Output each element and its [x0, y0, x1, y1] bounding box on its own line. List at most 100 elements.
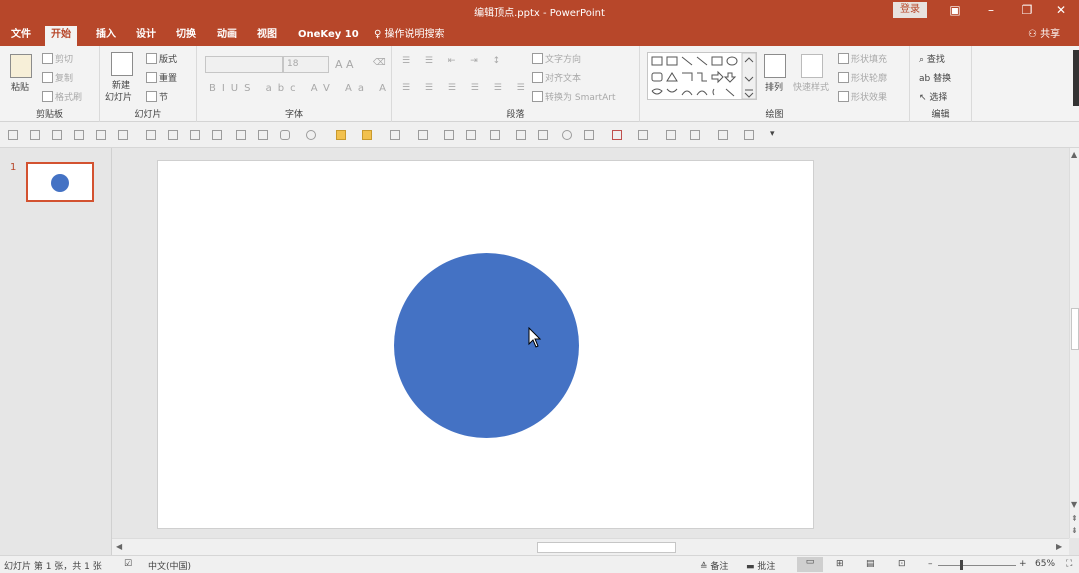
tab-file[interactable]: 文件 [5, 26, 37, 46]
merge-shapes-icon[interactable] [280, 130, 290, 140]
circle-icon[interactable] [562, 130, 572, 140]
group-icon[interactable] [190, 130, 200, 140]
align-right-icon[interactable] [52, 130, 62, 140]
animation-icon[interactable] [490, 130, 500, 140]
normal-view-icon[interactable]: ▭ [797, 557, 823, 572]
align-top-icon[interactable] [74, 130, 84, 140]
format-icon[interactable] [466, 130, 476, 140]
arrange-button[interactable]: 排列 [765, 80, 783, 93]
notes-button[interactable]: ≙ 备注 [700, 559, 728, 572]
paste-button[interactable]: 粘贴 [11, 80, 29, 93]
ribbon-scroll-handle[interactable] [1073, 50, 1079, 106]
shape-outline-button[interactable]: 形状轮廓 [838, 71, 887, 84]
align-buttons[interactable]: ☰ ☰ ☰ ☰ ☰ ☰ [402, 83, 531, 93]
star-icon[interactable] [538, 130, 548, 140]
align-middle-icon[interactable] [96, 130, 106, 140]
replace-button[interactable]: ab 替换 [919, 71, 951, 84]
restore-icon[interactable]: ❐ [1009, 0, 1045, 22]
close-icon[interactable]: ✕ [1043, 0, 1079, 22]
tab-onekey[interactable]: OneKey 10 [292, 26, 365, 46]
vertical-scroll-thumb[interactable] [1071, 308, 1079, 350]
shape-fill-button[interactable]: 形状填充 [838, 52, 887, 65]
reset-button[interactable]: 重置 [146, 71, 177, 84]
font-format-buttons[interactable]: BIUS abc AV Aa A [209, 83, 392, 94]
tab-insert[interactable]: 插入 [90, 26, 122, 46]
scroll-right-icon[interactable]: ▶ [1056, 542, 1062, 551]
slide-sorter-icon[interactable]: ⊞ [836, 559, 844, 569]
reading-view-icon[interactable]: ▤ [866, 559, 875, 569]
minimize-icon[interactable]: – [973, 0, 1009, 22]
list-buttons[interactable]: ☰ ☰ ⇤ ⇥ ↕ [402, 56, 506, 66]
shapes-gallery[interactable] [647, 52, 757, 100]
crop-icon[interactable] [612, 130, 622, 140]
cut-button[interactable]: 剪切 [42, 52, 73, 65]
new-slide-dropdown[interactable]: 幻灯片 [105, 90, 132, 103]
bring-forward-icon[interactable] [236, 130, 246, 140]
arrange-icon[interactable] [764, 54, 786, 78]
layout-button[interactable]: 版式 [146, 52, 177, 65]
login-button[interactable]: 登录 [893, 2, 927, 18]
select-button[interactable]: ↖ 选择 [919, 90, 947, 103]
language-indicator[interactable]: 中文(中国) [148, 559, 191, 572]
ribbon-display-icon[interactable]: ▣ [937, 0, 973, 22]
new-slide-icon[interactable] [111, 52, 133, 76]
outline-color-icon[interactable] [362, 130, 372, 140]
tab-animations[interactable]: 动画 [211, 26, 243, 46]
comments-button[interactable]: ▬ 批注 [746, 559, 775, 572]
horizontal-scrollbar[interactable]: ◀ ▶ [112, 538, 1069, 555]
tab-design[interactable]: 设计 [130, 26, 162, 46]
picture-icon[interactable] [418, 130, 428, 140]
quick-styles-button[interactable]: 快速样式 [793, 80, 829, 93]
send-backward-icon[interactable] [258, 130, 268, 140]
align-text-button[interactable]: 对齐文本 [532, 71, 581, 84]
font-color-icon[interactable] [666, 130, 676, 140]
align-left-icon[interactable] [8, 130, 18, 140]
slide-canvas[interactable] [157, 160, 814, 529]
distribute-v-icon[interactable] [168, 130, 178, 140]
clear-format-icon[interactable]: ⌫ [373, 58, 386, 68]
size-icon[interactable] [638, 130, 648, 140]
paste-icon[interactable] [10, 54, 32, 78]
grow-font-icon[interactable]: A A [335, 58, 354, 71]
ungroup-icon[interactable] [212, 130, 222, 140]
quick-styles-icon[interactable] [801, 54, 823, 78]
scroll-down-icon[interactable]: ▼ [1071, 500, 1077, 509]
tell-me-search[interactable]: ♀ 操作说明搜索 [368, 26, 451, 46]
tab-transitions[interactable]: 切换 [170, 26, 202, 46]
format-painter-button[interactable]: 格式刷 [42, 90, 82, 103]
slideshow-icon[interactable]: ⊡ [898, 559, 906, 569]
section-button[interactable]: 节 [146, 90, 168, 103]
customize-toolbar-icon[interactable]: ▾ [770, 129, 775, 139]
horizontal-scroll-thumb[interactable] [537, 542, 676, 553]
edit-shape-icon[interactable] [306, 130, 316, 140]
previous-slide-icon[interactable]: ⇞ [1071, 514, 1078, 523]
scroll-left-icon[interactable]: ◀ [116, 542, 122, 551]
fill-color-icon[interactable] [336, 130, 346, 140]
text-direction-button[interactable]: 文字方向 [532, 52, 581, 65]
slide-size-icon[interactable] [718, 130, 728, 140]
lock-icon[interactable] [690, 130, 700, 140]
align-center-icon[interactable] [30, 130, 40, 140]
zoom-slider[interactable] [938, 565, 1016, 566]
fit-slide-icon[interactable]: ⛶ [1066, 559, 1072, 569]
vertical-scrollbar[interactable]: ▲ ▼ ⇞ ⇟ [1069, 148, 1079, 538]
find-button[interactable]: ⌕ 查找 [919, 52, 945, 65]
copy-button[interactable]: 复制 [42, 71, 73, 84]
percent-icon[interactable] [584, 130, 594, 140]
rotate-icon[interactable] [516, 130, 526, 140]
font-name-combo[interactable] [205, 56, 283, 73]
align-bottom-icon[interactable] [118, 130, 128, 140]
zoom-in-icon[interactable]: + [1019, 559, 1027, 569]
convert-smartart-button[interactable]: 转换为 SmartArt [532, 90, 615, 103]
slide-thumbnail[interactable] [26, 162, 94, 202]
tab-home[interactable]: 开始 [45, 26, 77, 46]
next-slide-icon[interactable]: ⇟ [1071, 526, 1078, 535]
text-box-icon[interactable] [390, 130, 400, 140]
eyedropper-icon[interactable] [444, 130, 454, 140]
zoom-slider-thumb[interactable] [960, 560, 963, 570]
distribute-h-icon[interactable] [146, 130, 156, 140]
zoom-level[interactable]: 65% [1035, 559, 1055, 569]
spelling-icon[interactable]: ☑ [124, 559, 132, 569]
scroll-up-icon[interactable]: ▲ [1071, 150, 1077, 159]
circle-shape[interactable] [394, 253, 579, 438]
